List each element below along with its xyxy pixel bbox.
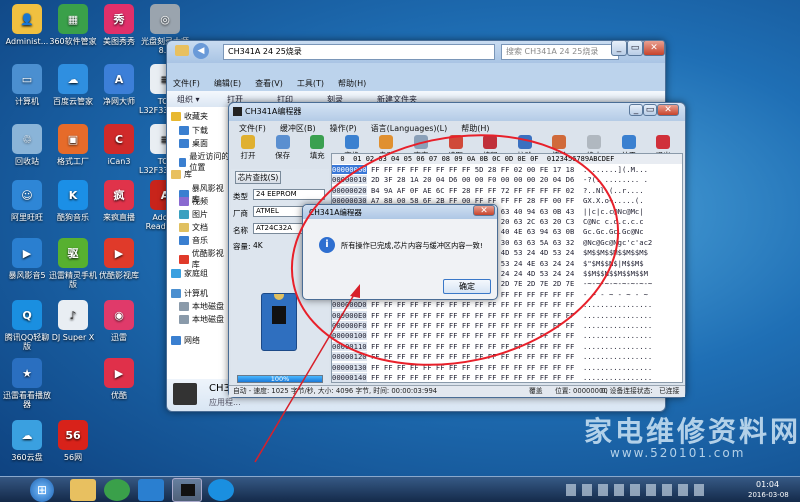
taskbar: ⊞ 01:04 2016-03-08 <box>0 476 800 502</box>
taskbar-media[interactable] <box>138 479 164 501</box>
clock-date[interactable]: 2016-03-08 <box>748 491 789 499</box>
taskbar-360[interactable] <box>104 479 130 501</box>
watermark-url: www.520101.com <box>610 446 746 460</box>
taskbar-ch341a[interactable] <box>172 478 202 502</box>
watermark-text: 家电维修资料网 <box>584 415 800 448</box>
clock-time[interactable]: 01:04 <box>756 480 779 489</box>
taskbar-explorer[interactable] <box>70 479 96 501</box>
start-button[interactable]: ⊞ <box>30 478 54 502</box>
taskbar-qq[interactable] <box>208 479 234 501</box>
tray-icons[interactable] <box>566 484 706 496</box>
